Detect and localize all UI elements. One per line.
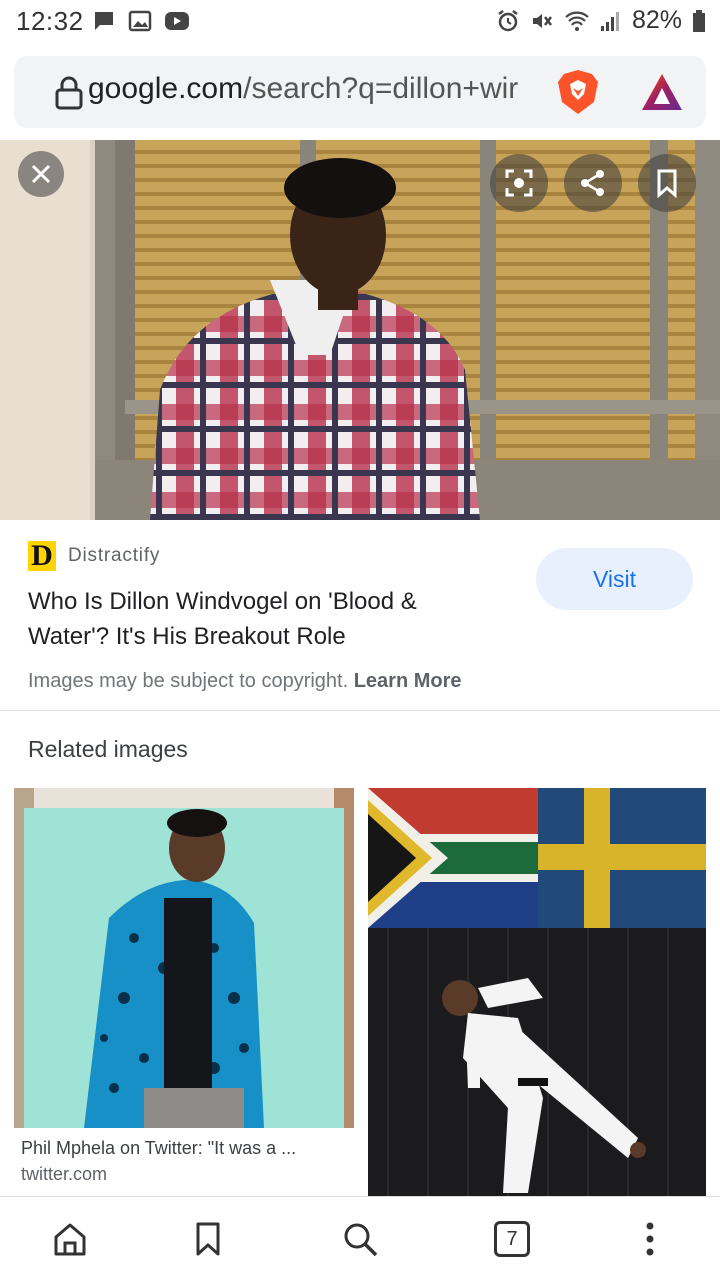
search-icon [344, 1223, 378, 1257]
close-icon [31, 164, 51, 184]
gallery-icon [128, 10, 152, 32]
related-images-heading: Related images [28, 736, 188, 762]
close-button[interactable] [18, 151, 64, 197]
bottom-toolbar: 7 [0, 1196, 720, 1281]
related-domain-1[interactable]: twitter.com [21, 1164, 107, 1185]
notification-icons [92, 9, 190, 33]
alarm-icon [498, 9, 518, 31]
address-bar[interactable]: google.com/search?q=dillon+wir [14, 56, 706, 128]
status-bar: 12:32 82% [0, 0, 720, 44]
bookmarks-button[interactable] [186, 1217, 230, 1261]
tabs-button[interactable]: 7 [490, 1217, 534, 1261]
more-vert-icon [646, 1222, 654, 1256]
url-text[interactable]: google.com/search?q=dillon+wir [88, 72, 554, 106]
search-button[interactable] [338, 1217, 382, 1261]
copyright-notice: Images may be subject to copyright. Lear… [28, 670, 462, 693]
related-image-2[interactable] [368, 788, 706, 1198]
learn-more-link[interactable]: Learn More [354, 670, 462, 692]
message-icon [95, 12, 113, 30]
result-title[interactable]: Who Is Dillon Windvogel on 'Blood & Wate… [28, 584, 498, 654]
preview-image[interactable] [0, 140, 720, 520]
related-image-1[interactable] [14, 788, 354, 1128]
copyright-text: Images may be subject to copyright. [28, 670, 349, 692]
system-status: 82% [496, 6, 706, 35]
battery-percent: 82% [631, 6, 682, 34]
source-name[interactable]: Distractify [68, 545, 160, 567]
bookmark-icon [196, 1222, 220, 1256]
save-button[interactable] [638, 154, 696, 212]
battery-icon [693, 9, 705, 32]
lock-icon[interactable] [54, 76, 84, 110]
signal-icon [600, 11, 619, 31]
wifi-icon [565, 11, 589, 31]
menu-button[interactable] [628, 1217, 672, 1261]
status-time: 12:32 [16, 6, 84, 36]
divider [0, 710, 720, 711]
youtube-icon [165, 12, 189, 30]
source-row[interactable]: D Distractify [28, 541, 160, 571]
lens-button[interactable] [490, 154, 548, 212]
tab-count: 7 [494, 1221, 530, 1257]
home-button[interactable] [48, 1217, 92, 1261]
bookmark-icon [657, 169, 677, 198]
share-icon [581, 170, 604, 196]
url-domain: google.com [88, 72, 244, 105]
lens-icon [505, 169, 533, 197]
related-caption-1[interactable]: Phil Mphela on Twitter: "It was a ... [21, 1138, 296, 1159]
brave-shields-icon[interactable] [556, 68, 600, 116]
share-button[interactable] [564, 154, 622, 212]
visit-button[interactable]: Visit [536, 548, 693, 610]
mute-icon [532, 13, 552, 28]
home-icon [54, 1223, 86, 1256]
related-photo-1 [14, 788, 354, 1128]
related-photo-2 [368, 788, 706, 1198]
source-logo: D [28, 541, 56, 571]
brave-rewards-icon[interactable] [640, 72, 684, 112]
url-path: /search?q=dillon+wir [243, 72, 519, 105]
